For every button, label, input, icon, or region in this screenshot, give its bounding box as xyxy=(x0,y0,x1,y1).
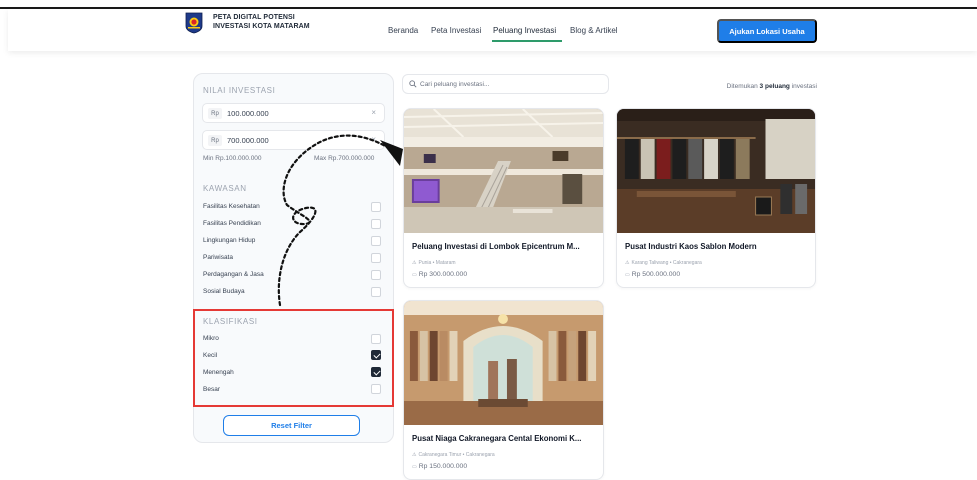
kawasan-option-label: Pariwisata xyxy=(203,254,233,261)
clear-icon[interactable]: × xyxy=(371,135,376,144)
kawasan-option-label: Fasilitas Kesehatan xyxy=(203,203,260,210)
card-price-text: Rp 500.000.000 xyxy=(631,271,681,278)
kawasan-checkbox-fasilitas-pendidikan[interactable] xyxy=(371,219,381,229)
currency-prefix: Rp xyxy=(208,108,222,119)
max-investment-label: Max Rp.700.000.000 xyxy=(314,155,375,162)
ajukan-lokasi-usaha-button[interactable]: Ajukan Lokasi Usaha xyxy=(717,19,817,43)
card-location: ⚠ Punia • Mataram xyxy=(412,260,456,266)
search-box[interactable] xyxy=(402,74,609,94)
location-icon: ⚠ xyxy=(625,260,630,266)
max-investment-value: 700.000.000 xyxy=(227,136,269,145)
reset-filter-button[interactable]: Reset Filter xyxy=(223,415,360,436)
brand-line-1: PETA DIGITAL POTENSI xyxy=(213,14,295,21)
max-investment-input[interactable]: Rp 700.000.000 × xyxy=(202,130,385,150)
kawasan-checkbox-sosial-budaya[interactable] xyxy=(371,287,381,297)
section-title-nilai-investasi: NILAI INVESTASI xyxy=(203,86,276,95)
card-price: ▭ Rp 150.000.000 xyxy=(412,463,467,470)
location-icon: ⚠ xyxy=(412,452,417,458)
kawasan-checkbox-perdagangan-jasa[interactable] xyxy=(371,270,381,280)
card-location-text: Karang Taliwang • Cakranegara xyxy=(631,260,702,266)
city-emblem-logo[interactable] xyxy=(185,12,203,34)
card-title[interactable]: Pusat Niaga Cakranegara Cental Ekonomi K… xyxy=(412,434,581,443)
min-investment-input[interactable]: Rp 100.000.000 × xyxy=(202,103,385,123)
active-nav-underline xyxy=(492,40,562,42)
card-title[interactable]: Peluang Investasi di Lombok Epicentrum M… xyxy=(412,242,580,251)
found-prefix: Ditemukan xyxy=(726,83,758,90)
tshirt-store-image xyxy=(617,109,815,233)
section-title-kawasan: KAWASAN xyxy=(203,184,247,193)
mall-interior-image xyxy=(404,109,603,233)
card-location: ⚠ Cakranegara Timur • Cakranegara xyxy=(412,452,495,458)
card-location-text: Punia • Mataram xyxy=(418,260,456,266)
kawasan-option-label: Sosial Budaya xyxy=(203,288,245,295)
min-investment-label: Min Rp.100.000.000 xyxy=(203,155,262,162)
nav-blog-artikel[interactable]: Blog & Artikel xyxy=(570,26,618,35)
money-icon: ▭ xyxy=(412,464,417,470)
investment-card-niaga-cakranegara[interactable]: Pusat Niaga Cakranegara Cental Ekonomi K… xyxy=(403,300,604,480)
location-icon: ⚠ xyxy=(412,260,417,266)
investment-card-lombok-epicentrum[interactable]: Peluang Investasi di Lombok Epicentrum M… xyxy=(403,108,604,288)
card-title[interactable]: Pusat Industri Kaos Sablon Modern xyxy=(625,242,757,251)
kawasan-option-label: Lingkungan Hidup xyxy=(203,237,256,244)
card-price-text: Rp 150.000.000 xyxy=(418,463,468,470)
card-price: ▭ Rp 500.000.000 xyxy=(625,271,680,278)
boutique-store-image xyxy=(404,301,603,425)
kawasan-checkbox-fasilitas-kesehatan[interactable] xyxy=(371,202,381,212)
klasifikasi-highlight-box xyxy=(193,309,394,407)
currency-prefix: Rp xyxy=(208,135,222,146)
found-suffix: investasi xyxy=(791,83,817,90)
search-input[interactable] xyxy=(420,78,600,91)
money-icon: ▭ xyxy=(412,272,417,278)
card-location: ⚠ Karang Taliwang • Cakranegara xyxy=(625,260,702,266)
search-icon xyxy=(409,80,417,88)
card-location-text: Cakranegara Timur • Cakranegara xyxy=(418,452,495,458)
card-price: ▭ Rp 300.000.000 xyxy=(412,271,467,278)
found-count: 3 peluang xyxy=(759,83,790,90)
card-price-text: Rp 300.000.000 xyxy=(418,271,468,278)
results-count-text: Ditemukan 3 peluang investasi xyxy=(700,83,817,90)
brand-name[interactable]: PETA DIGITAL POTENSI INVESTASI KOTA MATA… xyxy=(213,13,310,31)
kawasan-checkbox-pariwisata[interactable] xyxy=(371,253,381,263)
money-icon: ▭ xyxy=(625,272,630,278)
nav-peluang-investasi[interactable]: Peluang Investasi xyxy=(493,26,556,35)
clear-icon[interactable]: × xyxy=(371,108,376,117)
investment-card-kaos-sablon[interactable]: Pusat Industri Kaos Sablon Modern ⚠ Karan… xyxy=(616,108,816,288)
brand-line-2: INVESTASI KOTA MATARAM xyxy=(213,23,310,30)
nav-peta-investasi[interactable]: Peta Investasi xyxy=(431,26,481,35)
nav-beranda[interactable]: Beranda xyxy=(388,26,418,35)
kawasan-option-label: Perdagangan & Jasa xyxy=(203,271,264,278)
min-investment-value: 100.000.000 xyxy=(227,109,269,118)
kawasan-option-label: Fasilitas Pendidikan xyxy=(203,220,261,227)
kawasan-checkbox-lingkungan-hidup[interactable] xyxy=(371,236,381,246)
